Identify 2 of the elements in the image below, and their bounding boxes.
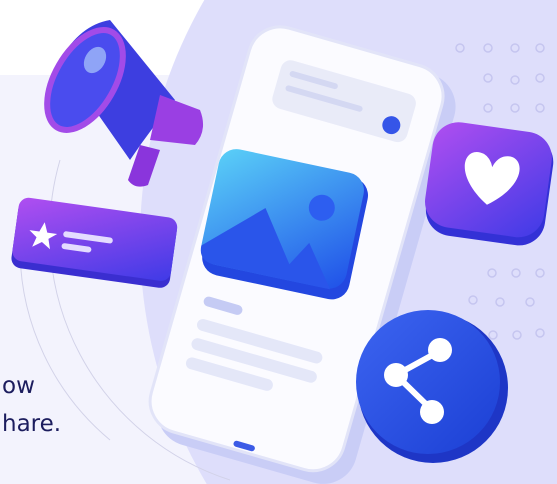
hero-text-line: ow <box>2 372 35 401</box>
hero-text-line: hare. <box>2 410 62 439</box>
